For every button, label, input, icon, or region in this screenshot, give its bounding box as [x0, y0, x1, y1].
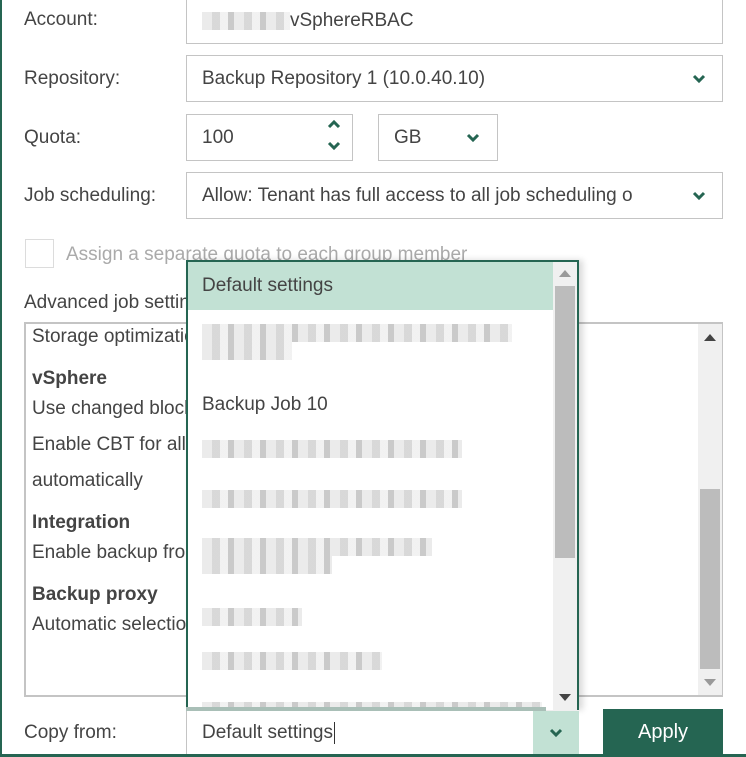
- dropdown-option[interactable]: [188, 490, 554, 516]
- job-scheduling-value: Allow: Tenant has full access to all job…: [202, 184, 633, 206]
- copy-from-chevron-down-icon[interactable]: [533, 711, 579, 755]
- separate-quota-checkbox[interactable]: [25, 239, 54, 268]
- quota-unit-select[interactable]: GB: [378, 114, 498, 161]
- redacted-text: [202, 440, 462, 458]
- redacted-text: [202, 538, 432, 556]
- dropdown-option[interactable]: [188, 652, 554, 678]
- repository-select[interactable]: Backup Repository 1 (10.0.40.10): [186, 55, 723, 102]
- copy-from-value: Default settings: [202, 721, 333, 743]
- job-scheduling-label: Job scheduling:: [24, 185, 157, 206]
- quota-value: 100: [202, 126, 234, 148]
- dropdown-option[interactable]: [188, 538, 554, 578]
- quota-label: Quota:: [24, 127, 82, 148]
- dropdown-option-selected[interactable]: Default settings: [188, 262, 554, 310]
- repository-value: Backup Repository 1 (10.0.40.10): [202, 67, 486, 89]
- redacted-text: [202, 12, 290, 30]
- redacted-text: [202, 608, 302, 626]
- dropdown-option[interactable]: [188, 608, 554, 634]
- copy-from-input[interactable]: Default settings: [186, 711, 579, 755]
- adv-heading-vsphere: vSphere: [32, 368, 107, 389]
- account-value: vSphereRBAC: [290, 10, 414, 31]
- redacted-text: [202, 556, 332, 574]
- apply-button[interactable]: Apply: [603, 709, 723, 755]
- copy-from-label: Copy from:: [24, 722, 117, 743]
- scrollbar-thumb[interactable]: [555, 286, 575, 558]
- quota-input[interactable]: 100: [186, 114, 353, 161]
- dropdown-option[interactable]: Backup Job 10: [188, 390, 554, 420]
- scrollbar-thumb[interactable]: [700, 489, 720, 669]
- redacted-text: [202, 652, 382, 670]
- chevron-down-icon[interactable]: [684, 173, 714, 218]
- text-caret: [333, 721, 335, 744]
- quota-unit-value: GB: [394, 126, 422, 148]
- adv-heading-backup-proxy: Backup proxy: [32, 584, 158, 605]
- window-border-left: [0, 0, 2, 757]
- adv-line: Automatic selection: [32, 614, 197, 635]
- scroll-up-icon[interactable]: [704, 334, 716, 341]
- dropdown-scrollbar[interactable]: [553, 262, 577, 710]
- chevron-up-icon[interactable]: [322, 119, 346, 135]
- redacted-text: [202, 342, 292, 360]
- scroll-down-icon[interactable]: [559, 694, 571, 701]
- scroll-down-icon[interactable]: [704, 679, 716, 686]
- redacted-text: [202, 490, 462, 508]
- scroll-up-icon[interactable]: [559, 270, 571, 277]
- account-label: Account:: [24, 9, 98, 30]
- adv-line: automatically: [32, 470, 143, 491]
- job-scheduling-select[interactable]: Allow: Tenant has full access to all job…: [186, 172, 723, 219]
- adv-heading-integration: Integration: [32, 512, 131, 533]
- copy-from-dropdown-list[interactable]: Default settings Backup Job 10: [186, 260, 579, 710]
- account-field[interactable]: vSphereRBAC: [186, 0, 723, 44]
- chevron-down-icon[interactable]: [322, 141, 346, 157]
- dropdown-option[interactable]: [188, 324, 554, 364]
- chevron-down-icon[interactable]: [684, 56, 714, 101]
- redacted-text: [202, 324, 512, 342]
- advanced-settings-scrollbar[interactable]: [698, 324, 722, 695]
- repository-label: Repository:: [24, 68, 121, 89]
- chevron-down-icon[interactable]: [458, 115, 488, 160]
- dropdown-option[interactable]: [188, 440, 554, 466]
